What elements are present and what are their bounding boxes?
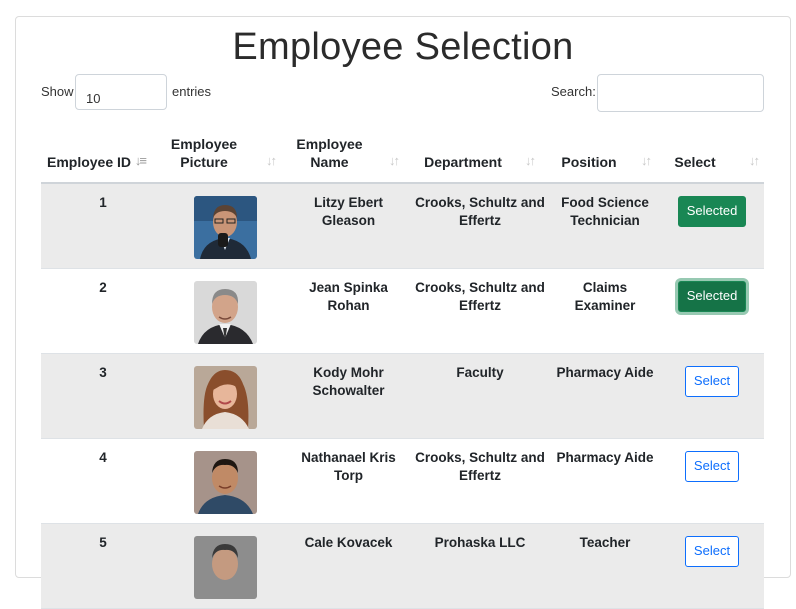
table-row: 3 Kody Mohr Schowalter Faculty Pharmacy … xyxy=(41,354,764,439)
employee-position: Claims Examiner xyxy=(574,280,636,313)
column-header-select[interactable]: Select ↓↑ xyxy=(656,125,764,182)
sort-icon: ↓↑ xyxy=(266,153,277,168)
sort-icon: ↓↑ xyxy=(749,153,760,168)
entries-label: entries xyxy=(172,84,212,99)
page-title: Employee Selection xyxy=(232,26,574,68)
table-header: Employee ID ↓≡ Employee Picture ↓↑ Emplo… xyxy=(41,125,764,184)
table-row: 1 Litzy Ebert Gleason Crooks, Schultz an… xyxy=(41,184,764,269)
employee-photo xyxy=(194,366,257,429)
employee-department: Crooks, Schultz and Effertz xyxy=(415,280,545,313)
employee-name: Cale Kovacek xyxy=(304,535,393,550)
employee-id: 3 xyxy=(99,365,107,380)
employee-position: Food Science Technician xyxy=(561,195,649,228)
employee-name: Nathanael Kris Torp xyxy=(301,450,396,483)
employee-id: 5 xyxy=(99,535,107,550)
employee-name: Jean Spinka Rohan xyxy=(309,280,388,313)
column-header-label: Position xyxy=(561,154,617,170)
select-button[interactable]: Select xyxy=(685,366,739,397)
table-row: 5 Cale Kovacek Prohaska LLC Teacher Sele… xyxy=(41,524,764,609)
employee-department: Prohaska LLC xyxy=(434,535,526,550)
search-label: Search: xyxy=(551,84,596,99)
column-header-label: Employee Name xyxy=(296,136,363,170)
selected-button[interactable]: Selected xyxy=(678,281,746,312)
column-header-label: Employee ID xyxy=(46,154,132,170)
table-row: 4 Nathanael Kris Torp Crooks, Schultz an… xyxy=(41,439,764,524)
column-header-label: Employee Picture xyxy=(170,136,238,170)
employee-photo xyxy=(194,281,257,344)
employee-name: Litzy Ebert Gleason xyxy=(313,195,383,228)
employee-id: 4 xyxy=(99,450,107,465)
employee-photo xyxy=(194,196,257,259)
entries-per-page-select[interactable]: 10 xyxy=(75,74,167,110)
sort-ascending-icon: ↓≡ xyxy=(134,153,147,168)
employee-name: Kody Mohr Schowalter xyxy=(312,365,385,398)
column-header-employee-picture[interactable]: Employee Picture ↓↑ xyxy=(151,125,281,182)
select-button[interactable]: Select xyxy=(685,536,739,567)
employee-id: 1 xyxy=(99,195,107,210)
select-button[interactable]: Select xyxy=(685,451,739,482)
search-input[interactable] xyxy=(597,74,764,112)
column-header-employee-id[interactable]: Employee ID ↓≡ xyxy=(41,125,151,182)
employee-id: 2 xyxy=(99,280,107,295)
employee-table: Employee ID ↓≡ Employee Picture ↓↑ Emplo… xyxy=(41,125,764,609)
sort-icon: ↓↑ xyxy=(641,153,652,168)
employee-position: Teacher xyxy=(579,535,631,550)
selected-button[interactable]: Selected xyxy=(678,196,746,227)
show-label: Show xyxy=(41,84,74,99)
sort-icon: ↓↑ xyxy=(525,153,536,168)
column-header-label: Select xyxy=(674,154,716,170)
column-header-department[interactable]: Department ↓↑ xyxy=(404,125,540,182)
column-header-label: Department xyxy=(424,154,502,170)
column-header-employee-name[interactable]: Employee Name ↓↑ xyxy=(281,125,404,182)
employee-position: Pharmacy Aide xyxy=(556,450,654,465)
employee-photo xyxy=(194,451,257,514)
sort-icon: ↓↑ xyxy=(389,153,400,168)
employee-department: Faculty xyxy=(456,365,504,380)
table-row: 2 Jean Spinka Rohan Crooks, Schultz and … xyxy=(41,269,764,354)
column-header-position[interactable]: Position ↓↑ xyxy=(540,125,656,182)
employee-position: Pharmacy Aide xyxy=(556,365,654,380)
employee-photo xyxy=(194,536,257,599)
employee-department: Crooks, Schultz and Effertz xyxy=(415,195,545,228)
employee-department: Crooks, Schultz and Effertz xyxy=(415,450,545,483)
